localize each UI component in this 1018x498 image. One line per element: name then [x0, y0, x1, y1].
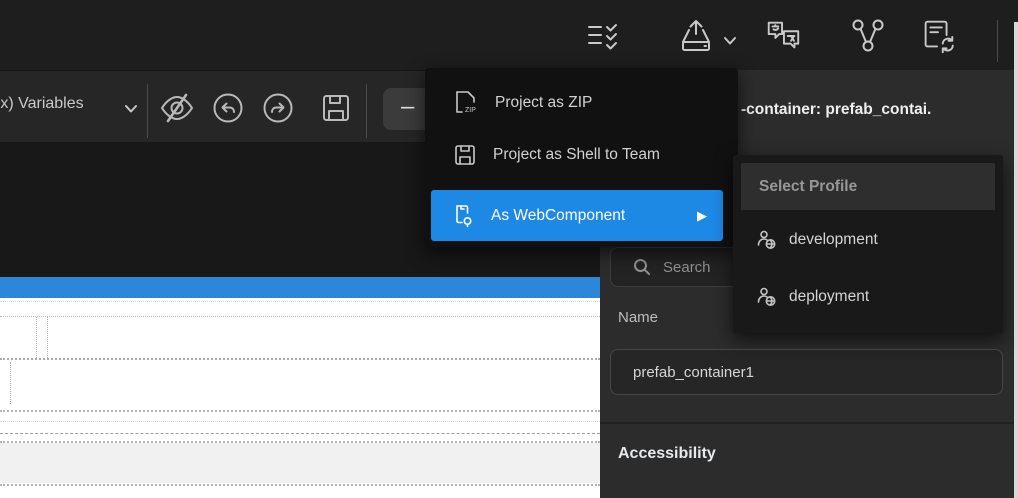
wireframe-line [47, 317, 48, 358]
window-edge [1014, 22, 1018, 498]
menu-item-as-webcomponent[interactable]: As WebComponent ▶ [431, 190, 723, 241]
wireframe-line [0, 484, 600, 486]
panel-divider [600, 422, 1014, 424]
name-input[interactable] [610, 349, 1003, 395]
save-file-icon [453, 143, 477, 167]
wireframe-line [0, 410, 600, 412]
file-sync-icon[interactable] [918, 17, 958, 55]
wireframe-line [36, 317, 37, 358]
export-dropdown-menu: ZIP Project as ZIP Project as Shell to T… [425, 68, 738, 247]
minus-icon: – [401, 93, 414, 120]
webcomponent-icon [453, 204, 475, 228]
app-window: (x) Variables – [0, 0, 1018, 498]
submenu-arrow-icon: ▶ [697, 208, 707, 224]
selected-widget-highlight[interactable] [0, 277, 600, 298]
wireframe-line [0, 358, 600, 360]
wireframe-line [0, 316, 600, 317]
checklist-icon[interactable] [583, 17, 623, 55]
translate-chat-icon[interactable] [763, 17, 803, 55]
top-toolbar [0, 0, 1018, 70]
export-chevron-down-icon[interactable] [723, 33, 737, 43]
submenu-item-label: development [789, 231, 878, 249]
zip-badge: ZIP [465, 107, 476, 114]
search-icon [633, 258, 651, 276]
submenu-item-development[interactable]: development [733, 218, 1003, 262]
export-icon[interactable] [676, 17, 716, 55]
branch-icon[interactable] [848, 17, 888, 55]
toolbar-divider [147, 84, 148, 138]
menu-item-project-as-zip[interactable]: ZIP Project as ZIP [425, 76, 738, 130]
wireframe-line [0, 421, 600, 422]
profile-submenu: Select Profile development deployment [733, 155, 1003, 333]
panel-title: -container: prefab_contai. [741, 101, 1011, 119]
file-zip-icon: ZIP [453, 89, 479, 117]
submenu-header: Select Profile [741, 163, 995, 210]
undo-icon[interactable] [208, 88, 248, 128]
wireframe-block [0, 443, 600, 483]
wireframe-line [0, 301, 600, 302]
menu-item-label: Project as Shell to Team [493, 146, 660, 164]
accessibility-section-header: Accessibility [618, 445, 716, 463]
search-placeholder: Search [663, 259, 711, 276]
preview-eye-off-icon[interactable] [157, 88, 197, 128]
name-field-label: Name [618, 309, 658, 326]
menu-item-project-as-shell[interactable]: Project as Shell to Team [425, 128, 738, 182]
variables-dropdown[interactable]: (x) Variables [0, 95, 84, 113]
toolbar-divider [366, 84, 367, 138]
menu-item-label: As WebComponent [491, 207, 625, 225]
profile-gear-icon [757, 287, 777, 307]
menu-item-label: Project as ZIP [495, 94, 592, 112]
profile-gear-icon [757, 230, 777, 250]
topbar-divider [997, 20, 998, 62]
redo-icon[interactable] [258, 88, 298, 128]
wireframe-line [10, 362, 11, 404]
submenu-item-label: deployment [789, 288, 869, 306]
save-icon[interactable] [316, 88, 356, 128]
submenu-item-deployment[interactable]: deployment [733, 275, 1003, 319]
variables-chevron-down-icon[interactable] [124, 101, 138, 111]
wireframe-line [0, 433, 600, 434]
